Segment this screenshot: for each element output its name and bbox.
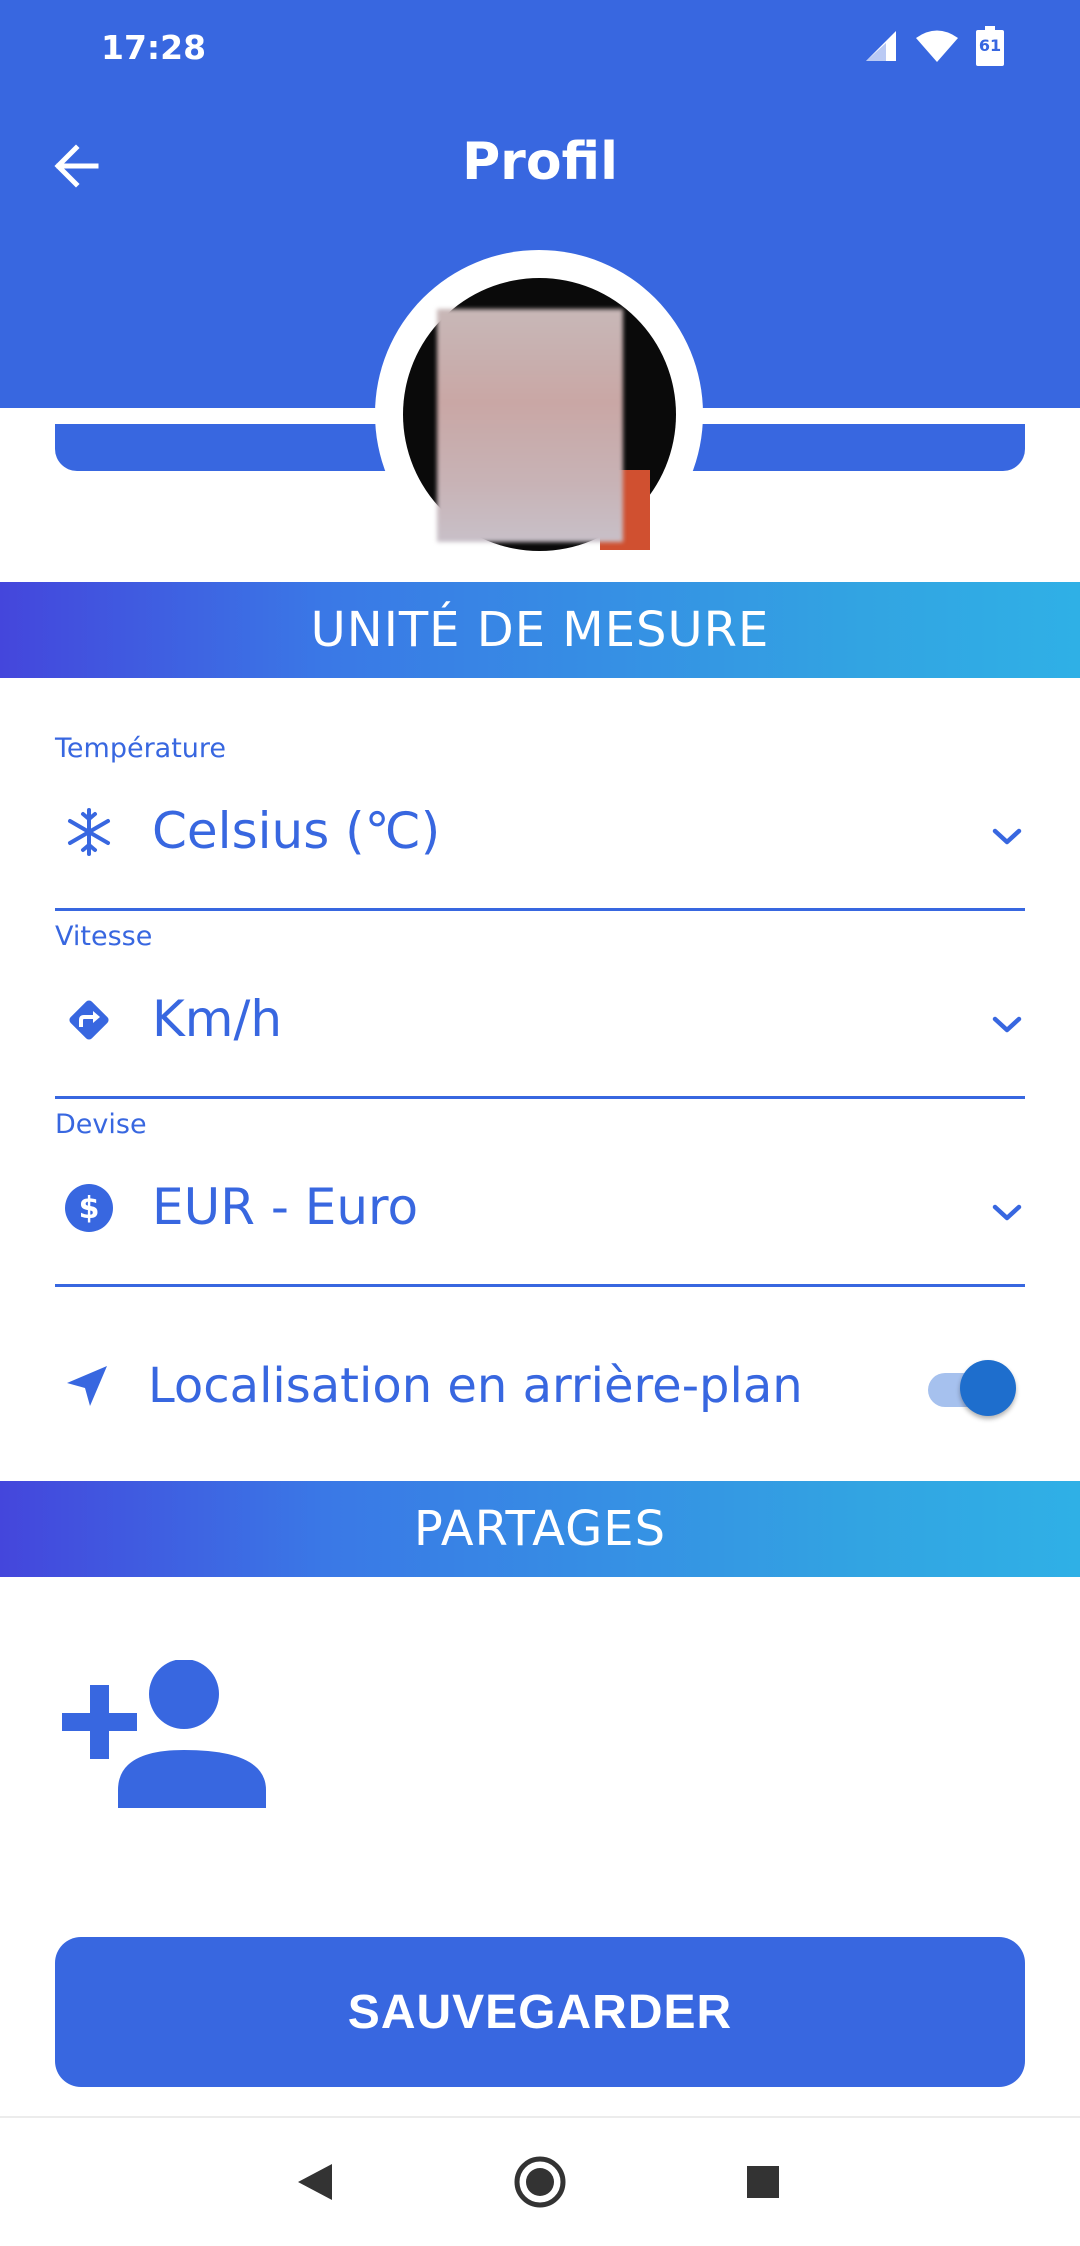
- svg-text:$: $: [79, 1191, 100, 1226]
- page-title: Profil: [462, 132, 618, 192]
- signal-icon: [866, 31, 896, 61]
- currency-underline: [55, 1284, 1025, 1287]
- location-toggle-thumb[interactable]: [960, 1360, 1016, 1416]
- chevron-down-icon[interactable]: [990, 1014, 1024, 1036]
- temperature-value[interactable]: Celsius (℃): [152, 802, 440, 860]
- save-button[interactable]: SAUVEGARDER: [55, 1937, 1025, 2087]
- navigation-icon: [67, 1366, 107, 1406]
- add-user-icon[interactable]: [62, 1660, 268, 1808]
- battery-level: 61: [978, 36, 1002, 55]
- section-shares-title: PARTAGES: [0, 1481, 1080, 1577]
- currency-value[interactable]: EUR - Euro: [152, 1178, 418, 1236]
- temperature-label: Température: [55, 733, 227, 764]
- temperature-underline: [55, 908, 1025, 911]
- speed-label: Vitesse: [55, 921, 153, 952]
- wifi-icon: [916, 30, 958, 62]
- section-units-title: UNITÉ DE MESURE: [0, 582, 1080, 678]
- status-time: 17:28: [101, 28, 207, 67]
- chevron-down-icon[interactable]: [990, 826, 1024, 848]
- currency-label: Devise: [55, 1109, 147, 1140]
- snowflake-icon: [68, 808, 110, 856]
- status-icons: 61: [864, 26, 1004, 66]
- avatar-photo: [437, 309, 623, 542]
- dollar-icon: $: [65, 1184, 113, 1232]
- directions-icon: [69, 1000, 109, 1040]
- nav-home-icon[interactable]: [510, 2152, 570, 2212]
- nav-recents-icon[interactable]: [733, 2152, 793, 2212]
- chevron-down-icon[interactable]: [990, 1202, 1024, 1224]
- speed-underline: [55, 1096, 1025, 1099]
- speed-value[interactable]: Km/h: [152, 990, 282, 1048]
- nav-back-icon[interactable]: [286, 2152, 346, 2212]
- location-label: Localisation en arrière-plan: [148, 1358, 803, 1414]
- battery-icon: 61: [976, 26, 1004, 66]
